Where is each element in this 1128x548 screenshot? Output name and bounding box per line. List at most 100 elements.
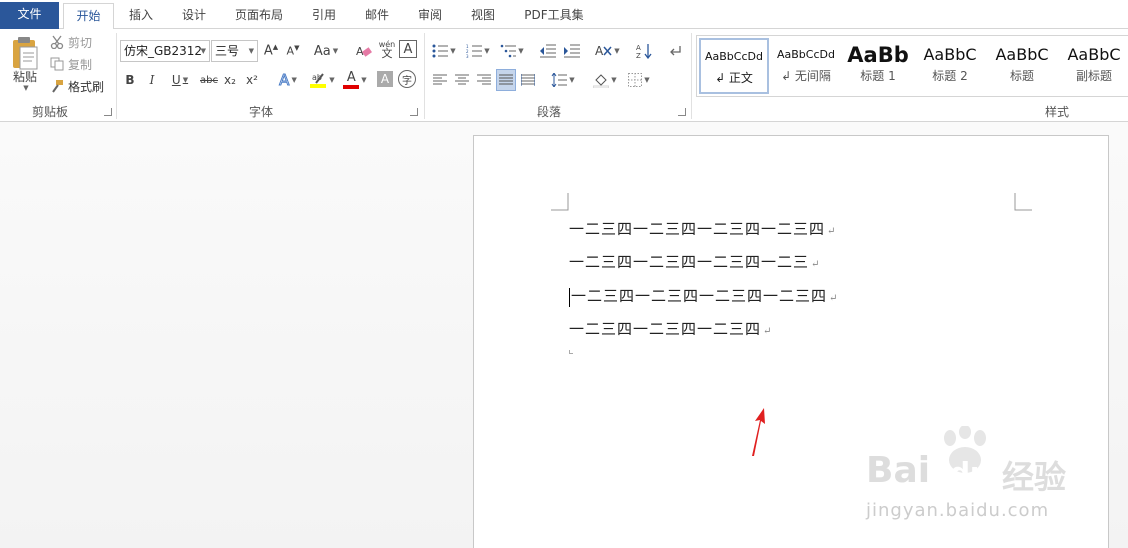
- doc-paragraph[interactable]: 一二三四一二三四一二三四一二三四 ↵: [569, 218, 836, 240]
- style-sample: AaBb: [847, 43, 909, 67]
- doc-paragraph[interactable]: 一二三四一二三四一二三四一二三 ↵: [569, 251, 820, 273]
- bullets-button[interactable]: ▼: [430, 40, 458, 62]
- subscript-button[interactable]: x₂: [222, 69, 238, 91]
- enclose-char-button[interactable]: 字: [398, 70, 416, 88]
- chinese-layout-icon: A: [595, 44, 612, 58]
- copy-label: 复制: [68, 57, 93, 72]
- font-color-swatch: [343, 85, 360, 89]
- align-left-button[interactable]: [430, 69, 450, 91]
- strikethrough-button[interactable]: abc: [198, 69, 220, 91]
- align-center-button[interactable]: [452, 69, 472, 91]
- subscript-label: x₂: [224, 73, 236, 87]
- style-name: 标题: [1009, 69, 1034, 83]
- doc-paragraph[interactable]: 一二三四一二三四一二三四一二三四 ↵: [569, 285, 838, 307]
- scissors-icon: [50, 35, 64, 49]
- eraser-icon: A: [356, 45, 372, 58]
- style-name: ↲ 正文: [715, 71, 753, 85]
- style-heading-2[interactable]: AaBbC 标题 2: [915, 38, 985, 94]
- decrease-indent-button[interactable]: [538, 40, 558, 62]
- style-sample: AaBbC: [923, 45, 977, 64]
- tab-mailings[interactable]: 邮件: [354, 3, 400, 29]
- chinese-layout-button[interactable]: A ▼: [592, 40, 622, 62]
- bold-button[interactable]: B: [122, 69, 138, 91]
- doc-paragraph[interactable]: 一二三四一二三四一二三四 ↵: [569, 318, 772, 340]
- doc-paragraph-text: 一二三四一二三四一二三四一二三四: [571, 287, 828, 305]
- style-sample: AaBbC: [995, 45, 1049, 64]
- distribute-button[interactable]: [518, 69, 538, 91]
- watermark-brand: Bai: [866, 450, 931, 491]
- change-case-button[interactable]: Aa ▼: [311, 40, 341, 62]
- tab-references[interactable]: 引用: [302, 3, 346, 29]
- paragraph-launcher-icon[interactable]: [678, 108, 686, 116]
- paragraph-mark-icon: [670, 46, 681, 56]
- copy-icon: [50, 57, 64, 71]
- ribbon-tab-bar: 文件 开始 插入 设计 页面布局 引用 邮件 审阅 视图 PDF工具集: [0, 0, 1128, 30]
- bullet-list-icon: [432, 44, 449, 58]
- superscript-button[interactable]: x²: [244, 69, 260, 91]
- multilevel-list-icon: [500, 44, 517, 58]
- tab-review[interactable]: 审阅: [407, 3, 453, 29]
- tab-home[interactable]: 开始: [63, 3, 114, 30]
- sort-button[interactable]: AZ: [634, 40, 654, 62]
- borders-button[interactable]: ▼: [624, 69, 654, 91]
- copy-button[interactable]: 复制: [50, 55, 100, 73]
- tab-pdf-tools[interactable]: PDF工具集: [516, 3, 592, 29]
- style-sample: AaBbCcDd: [777, 48, 835, 61]
- char-shading-label: A: [380, 72, 390, 86]
- increase-indent-button[interactable]: [562, 40, 582, 62]
- clear-format-button[interactable]: A: [354, 40, 374, 62]
- highlighter-icon: ab: [310, 73, 327, 88]
- show-marks-button[interactable]: [666, 40, 684, 62]
- watermark-cn: 经验: [1002, 458, 1067, 496]
- style-title[interactable]: AaBbC 标题: [987, 38, 1057, 94]
- font-name-select[interactable]: 仿宋_GB2312 ▼: [120, 40, 210, 62]
- char-shading-button[interactable]: A: [377, 71, 393, 87]
- svg-text:A: A: [595, 44, 604, 58]
- tab-insert[interactable]: 插入: [118, 3, 164, 29]
- margin-corner-top-left: [551, 193, 569, 211]
- font-launcher-icon[interactable]: [410, 108, 418, 116]
- underline-label: U: [171, 73, 181, 87]
- paragraph-mark-icon: ↵: [827, 226, 837, 237]
- indent-icon: [564, 44, 580, 58]
- tab-page-layout[interactable]: 页面布局: [227, 3, 291, 29]
- align-right-button[interactable]: [474, 69, 494, 91]
- tab-view[interactable]: 视图: [460, 3, 506, 29]
- style-no-spacing[interactable]: AaBbCcDd ↲ 无间隔: [771, 38, 841, 94]
- doc-paragraph-text: 一二三四一二三四一二三四: [569, 320, 762, 338]
- phonetic-guide-button[interactable]: wén 文: [377, 38, 397, 60]
- font-color-button[interactable]: A ▼: [340, 69, 370, 91]
- italic-label: I: [149, 73, 155, 87]
- justify-icon: [499, 74, 513, 85]
- grow-font-button[interactable]: A▲: [262, 40, 280, 62]
- underline-button[interactable]: U ▼: [166, 69, 194, 91]
- multilevel-list-button[interactable]: ▼: [498, 40, 526, 62]
- tab-file[interactable]: 文件: [0, 2, 59, 29]
- line-spacing-button[interactable]: ▼: [548, 69, 578, 91]
- text-cursor: [569, 287, 570, 307]
- shading-button[interactable]: ▼: [590, 69, 620, 91]
- watermark-brand-du: du: [950, 456, 990, 489]
- group-separator: [116, 33, 117, 119]
- italic-button[interactable]: I: [144, 69, 160, 91]
- style-normal[interactable]: AaBbCcDd ↲ 正文: [699, 38, 769, 94]
- tab-design[interactable]: 设计: [171, 3, 217, 29]
- watermark-url: jingyan.baidu.com: [866, 500, 1050, 521]
- highlight-button[interactable]: ab ▼: [306, 69, 338, 91]
- format-painter-button[interactable]: 格式刷: [50, 77, 108, 95]
- char-border-button[interactable]: A: [399, 40, 417, 58]
- cut-button[interactable]: 剪切: [50, 33, 100, 51]
- svg-text:Z: Z: [636, 52, 641, 59]
- paste-dropdown[interactable]: ▼: [20, 83, 30, 93]
- text-effects-button[interactable]: A ▼: [274, 69, 302, 91]
- clipboard-group-label: 剪贴板: [31, 105, 68, 119]
- font-size-select[interactable]: 三号 ▼: [211, 40, 258, 62]
- shrink-font-button[interactable]: A▼: [284, 40, 302, 62]
- style-subtitle[interactable]: AaBbC 副标题: [1059, 38, 1128, 94]
- numbering-button[interactable]: 123 ▼: [464, 40, 492, 62]
- format-painter-label: 格式刷: [68, 79, 105, 94]
- clipboard-launcher-icon[interactable]: [104, 108, 112, 116]
- justify-button[interactable]: [496, 69, 516, 91]
- styles-group-label: 样式: [1044, 105, 1069, 119]
- style-heading-1[interactable]: AaBb 标题 1: [843, 38, 913, 94]
